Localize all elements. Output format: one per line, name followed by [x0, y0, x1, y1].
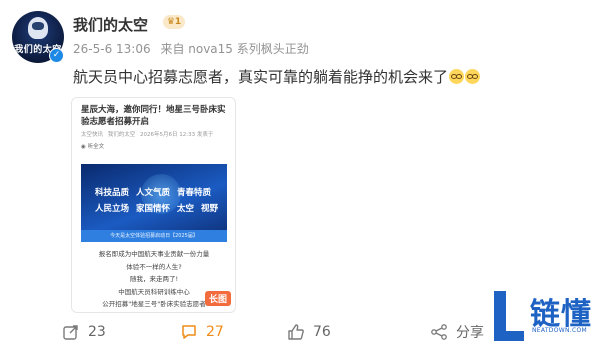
- post-source: 来自 nova15 系列枫头正劲: [160, 42, 309, 56]
- post-text: 航天员中心招募志愿者，真实可靠的躺着能挣的机会来了: [73, 66, 481, 87]
- crown-icon: ♛: [166, 17, 175, 27]
- level-badge[interactable]: ♛1: [163, 15, 185, 29]
- card-meta-time: 2026年5月6日 12:33 发表于: [140, 132, 214, 138]
- card-line: 报名即成为中国航天事业贡献一份力量: [98, 250, 210, 258]
- card-title: 星辰大海，邀你同行！地星三号卧床实验志愿者招募开启: [81, 105, 226, 127]
- like-button[interactable]: 76: [287, 312, 331, 351]
- verified-icon: ✓: [49, 48, 64, 63]
- banner-tag: 科技品质: [95, 188, 130, 198]
- repost-icon: [63, 324, 78, 340]
- watermark: 链懂 NEATDOWN.COM: [490, 283, 598, 349]
- listen-label: 听全文: [87, 144, 105, 150]
- thumbs-up-icon: [288, 323, 304, 340]
- card-listen: ◉ 听全文: [81, 144, 105, 150]
- banner-row-2: 人民立场 家国情怀 太空 视野: [95, 202, 222, 214]
- repost-button[interactable]: 23: [62, 312, 106, 351]
- card-meta-author: 我们的太空: [107, 132, 136, 138]
- card-line: 随我，来走两了!: [129, 275, 179, 283]
- long-image-tag: 长图: [204, 291, 231, 306]
- banner-tag: 青春特质: [176, 188, 211, 198]
- watermark-logo-icon: [494, 291, 524, 341]
- banner-strip: 今天是太空体验招募启动日【2025届】: [81, 230, 227, 242]
- comment-count: 27: [206, 323, 224, 340]
- post-image-card[interactable]: 星辰大海，邀你同行！地星三号卧床实验志愿者招募开启 太空快讯 我们的太空 202…: [71, 97, 236, 313]
- banner-tag: 家国情怀: [135, 204, 170, 214]
- banner-tag: 人民立场: [95, 204, 130, 214]
- banner-tag: 人文气质: [135, 188, 170, 198]
- repost-count: 23: [88, 323, 106, 340]
- comment-button[interactable]: 27: [180, 312, 224, 351]
- doge-emoji-icon: [465, 69, 481, 84]
- card-line: 体验不一样的人生?: [126, 262, 182, 271]
- author-name[interactable]: 我们的太空: [73, 14, 148, 35]
- post-meta: 26-5-6 13:06 来自 nova15 系列枫头正劲: [73, 40, 315, 57]
- share-button[interactable]: 分享: [430, 312, 484, 351]
- card-banner: 科技品质 人文气质 青春特质 人民立场 家国情怀 太空 视野 今天是太空体验招募…: [81, 164, 227, 242]
- banner-tag: 太空: [176, 204, 194, 214]
- banner-tag: 视野: [200, 204, 218, 214]
- like-count: 76: [313, 323, 331, 340]
- helmet-visor: [32, 22, 44, 30]
- share-label: 分享: [456, 324, 484, 341]
- card-meta: 太空快讯 我们的太空 2026年5月6日 12:33 发表于: [81, 130, 216, 138]
- card-meta-source: 太空快讯: [81, 132, 104, 138]
- post-time[interactable]: 26-5-6 13:06: [73, 42, 151, 56]
- level-number: 1: [174, 17, 182, 27]
- doge-emoji-icon: [449, 69, 465, 84]
- share-icon: [431, 323, 447, 340]
- comment-icon: [182, 324, 196, 339]
- watermark-sub: NEATDOWN.COM: [532, 327, 587, 334]
- banner-row-1: 科技品质 人文气质 青春特质: [95, 186, 215, 198]
- post-body: 航天员中心招募志愿者，真实可靠的躺着能挣的机会来了: [73, 68, 449, 86]
